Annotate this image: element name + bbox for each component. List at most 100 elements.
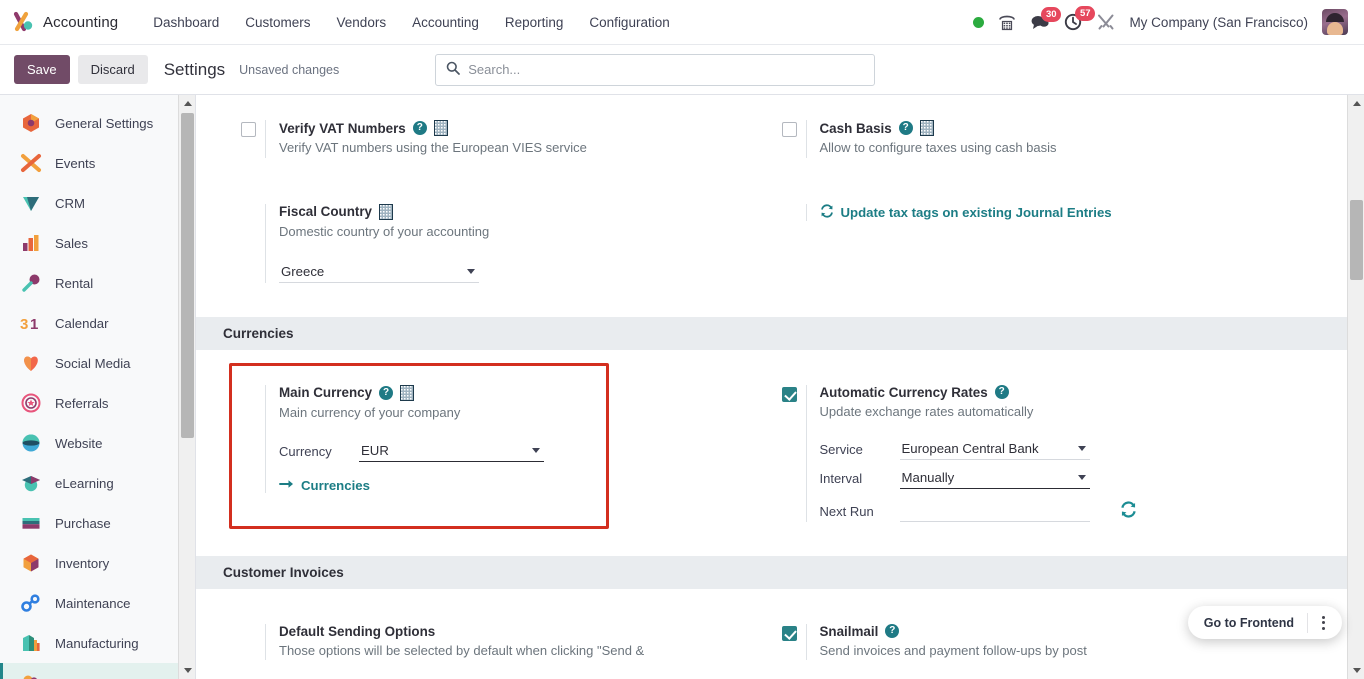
sidebar-item-events[interactable]: Events [0, 143, 195, 183]
menu-item-configuration[interactable]: Configuration [576, 9, 682, 36]
update-tax-tags-link[interactable]: Update tax tags on existing Journal Entr… [820, 204, 1112, 221]
update-tax-tags-spacer [772, 204, 806, 221]
company-switcher[interactable]: My Company (San Francisco) [1129, 15, 1308, 30]
verify-vat-checkbox[interactable] [241, 122, 256, 137]
currencies-left-column: Main Currency ? Main currency of your co… [196, 377, 772, 526]
menu-item-accounting[interactable]: Accounting [399, 9, 492, 36]
setting-description: Domestic country of your accounting [279, 223, 490, 239]
sidebar-item-label: Rental [55, 275, 94, 291]
setting-description: Update exchange rates automatically [819, 403, 1034, 419]
brand[interactable]: Accounting [12, 11, 118, 33]
setting-description: Main currency of your company [279, 404, 461, 420]
next-run-field-label: Next Run [819, 503, 874, 519]
setting-main-currency: Main Currency ? Main currency of your co… [231, 377, 772, 497]
section-header-currencies: Currencies [196, 316, 1347, 350]
scroll-down-arrow-icon[interactable] [179, 662, 195, 679]
user-avatar[interactable] [1322, 9, 1348, 35]
sidebar-item-crm[interactable]: CRM [0, 183, 195, 223]
service-select[interactable]: European Central Bank [899, 439, 1090, 460]
sidebar-item-manufacturing[interactable]: Manufacturing [0, 623, 195, 663]
section-header-customer-invoices: Customer Invoices [196, 555, 1347, 589]
help-icon[interactable]: ? [898, 121, 913, 135]
content-scrollbar-thumb[interactable] [1350, 200, 1363, 280]
sidebar-item-sales[interactable]: Sales [0, 223, 195, 263]
sidebar-item-website[interactable]: Website [0, 423, 195, 463]
currencies-link[interactable]: Currencies [279, 478, 370, 493]
chat-bubble-icon[interactable]: 30 [1030, 7, 1062, 30]
company-scope-icon [919, 120, 934, 136]
help-icon[interactable]: ? [412, 121, 427, 135]
sidebar-item-calendar[interactable]: 31 Calendar [0, 303, 195, 343]
calendar-app-icon: 31 [20, 312, 42, 334]
sidebar-item-accounting[interactable] [0, 663, 195, 679]
setting-description: Verify VAT numbers using the European VI… [279, 140, 587, 155]
menu-item-customers[interactable]: Customers [232, 9, 323, 36]
help-icon[interactable]: ? [994, 385, 1009, 400]
wrench-tools-icon[interactable] [1097, 13, 1115, 31]
website-app-icon [20, 432, 42, 454]
settings-content: Verify VAT Numbers ? Verify VAT numbers … [196, 95, 1364, 679]
help-icon[interactable]: ? [885, 624, 900, 639]
sidebar-item-social-media[interactable]: Social Media [0, 343, 195, 383]
clock-icon[interactable]: 57 [1064, 6, 1096, 31]
scroll-down-arrow-icon[interactable] [1348, 662, 1364, 679]
sidebar-scrollbar[interactable] [178, 95, 195, 679]
sidebar-item-label: Inventory [55, 555, 110, 571]
dialpad-icon[interactable] [998, 14, 1016, 31]
cash-basis-checkbox[interactable] [781, 122, 797, 137]
social-media-app-icon [20, 352, 42, 374]
next-run-input[interactable] [899, 501, 1090, 522]
setting-title: Verify VAT Numbers [279, 120, 406, 136]
navbar-systray: 30 57 My Company (San Francisco) [973, 6, 1352, 35]
sidebar-item-purchase[interactable]: Purchase [0, 503, 195, 543]
crm-app-icon [20, 192, 42, 214]
main-menu: Dashboard Customers Vendors Accounting R… [140, 9, 683, 36]
save-button[interactable]: Save [14, 55, 70, 84]
menu-item-dashboard[interactable]: Dashboard [140, 9, 232, 36]
menu-item-vendors[interactable]: Vendors [324, 9, 400, 36]
search-box[interactable] [435, 53, 876, 86]
purchase-app-icon [20, 512, 42, 534]
content-scrollbar[interactable] [1347, 95, 1364, 679]
interval-select[interactable]: Manually [899, 468, 1090, 489]
sidebar-item-inventory[interactable]: Inventory [0, 543, 195, 583]
scroll-up-arrow-icon[interactable] [179, 95, 195, 112]
fiscal-country-select[interactable]: Greece [279, 262, 479, 283]
go-to-frontend-button[interactable]: Go to Frontend [1188, 616, 1307, 630]
sidebar-item-referrals[interactable]: Referrals [0, 383, 195, 423]
setting-title: Default Sending Options [279, 623, 436, 639]
automatic-currency-rates-checkbox[interactable] [781, 386, 797, 402]
refresh-rates-icon[interactable] [1120, 500, 1137, 522]
sidebar-item-rental[interactable]: Rental [0, 263, 195, 303]
customer-invoices-left-column: Default Sending Options Those options wi… [196, 616, 772, 665]
setting-cash-basis: Cash Basis ? Allow to configure taxes us… [772, 112, 1348, 162]
help-icon[interactable]: ? [379, 385, 394, 400]
search-icon [446, 61, 461, 78]
online-status-dot[interactable] [973, 16, 985, 28]
customer-invoices-grid: Default Sending Options Those options wi… [196, 589, 1347, 665]
sidebar-item-general-settings[interactable]: General Settings [0, 103, 195, 143]
fiscal-country-spacer [231, 204, 265, 283]
next-run-value [900, 501, 1090, 521]
taxes-settings-grid: Verify VAT Numbers ? Verify VAT numbers … [196, 95, 1347, 287]
svg-text:1: 1 [30, 316, 38, 333]
menu-item-reporting[interactable]: Reporting [492, 9, 577, 36]
company-scope-icon [379, 203, 394, 220]
sales-app-icon [20, 232, 42, 254]
page-body: General Settings Events CRM Sales Rental… [0, 95, 1364, 679]
search-input[interactable] [468, 62, 865, 77]
currency-select[interactable]: EUR [359, 441, 544, 462]
snailmail-checkbox[interactable] [781, 625, 797, 641]
inventory-app-icon [20, 552, 42, 574]
setting-default-sending-options: Default Sending Options Those options wi… [231, 616, 772, 665]
sidebar-item-maintenance[interactable]: Maintenance [0, 583, 195, 623]
more-options-icon[interactable] [1308, 608, 1338, 638]
setting-description: Those options will be selected by defaul… [279, 642, 645, 658]
sidebar-scrollbar-thumb[interactable] [181, 113, 194, 438]
odoo-apps-icon[interactable] [12, 11, 34, 33]
scroll-up-arrow-icon[interactable] [1348, 95, 1364, 112]
sidebar-item-label: eLearning [55, 475, 114, 491]
discard-button[interactable]: Discard [77, 55, 148, 84]
sidebar-item-elearning[interactable]: eLearning [0, 463, 195, 503]
sidebar-item-label: Calendar [55, 315, 109, 331]
